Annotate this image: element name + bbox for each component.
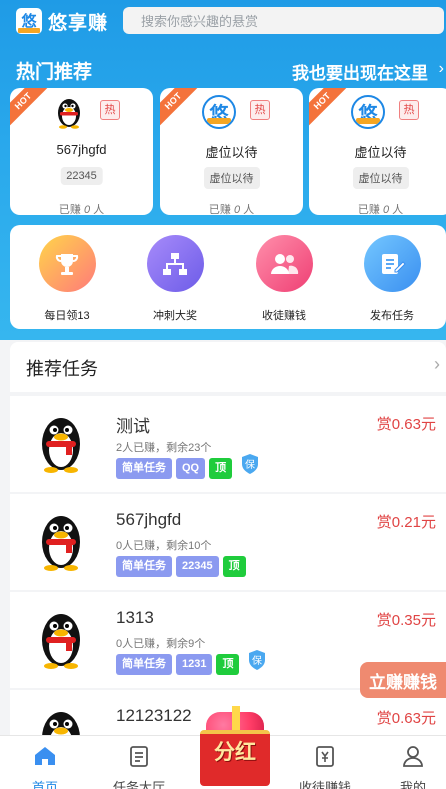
task-progress: 0人已赚，剩余10个	[116, 540, 212, 552]
quick-sprint[interactable]: 冲刺大奖	[130, 235, 220, 323]
hot-card-chip: 22345	[60, 167, 103, 185]
home-icon	[35, 747, 55, 765]
task-reward: 赏0.21元	[376, 514, 436, 531]
hot-card[interactable]: HOT 热 567jhgfd 22345 已赚 0 人	[10, 88, 153, 215]
earn-now-button[interactable]: 立赚赚钱	[360, 662, 446, 698]
hot-card-name: 567jhgfd	[56, 142, 107, 157]
search-input[interactable]: 搜索你感兴趣的悬赏	[123, 7, 444, 34]
task-tag: 简单任务	[116, 458, 172, 479]
hot-ribbon: HOT	[160, 88, 202, 130]
hot-ribbon: HOT	[10, 88, 52, 130]
hot-tag: 热	[100, 100, 120, 120]
hot-card-chip: 虚位以待	[352, 167, 409, 189]
task-reward: 赏0.63元	[376, 416, 436, 433]
task-tag: QQ	[176, 458, 206, 479]
task-name: 12123122	[116, 706, 192, 725]
quick-daily[interactable]: 每日领13	[22, 235, 112, 323]
tab-task-hall[interactable]: 任务大厅	[94, 744, 184, 789]
task-row[interactable]: 测试 2人已赚，剩余23个 简单任务 QQ 顶 保 赏0.63元	[10, 396, 446, 492]
dividend-redpacket-button[interactable]: 分红	[196, 706, 274, 788]
app-logo-icon: 悠	[16, 8, 42, 34]
hot-card-chip: 虚位以待	[203, 167, 260, 189]
hierarchy-icon	[146, 235, 204, 292]
tab-home[interactable]: 首页	[0, 744, 90, 789]
hot-promote-link[interactable]: 我也要出现在这里	[292, 59, 428, 84]
tab-mine[interactable]: 我的	[368, 744, 446, 789]
chevron-right-icon[interactable]: ›	[434, 354, 440, 375]
svg-text:保: 保	[252, 654, 262, 667]
app-logo-icon: 悠	[351, 95, 385, 129]
hot-card-earned: 已赚 0 人	[357, 204, 404, 215]
task-name: 1313	[116, 608, 154, 627]
hot-tag: 热	[250, 100, 270, 120]
top-badge: 顶	[209, 458, 233, 479]
guarantee-shield-icon: 保	[242, 453, 259, 474]
hot-card-earned: 已赚 0 人	[58, 204, 105, 215]
task-progress: 2人已赚，剩余23个	[116, 442, 212, 454]
quick-actions: 每日领13 冲刺大奖 收徒赚钱 发布任务	[10, 225, 446, 329]
task-row[interactable]: 567jhgfd 0人已赚，剩余10个 简单任务 22345 顶 赏0.21元	[10, 494, 446, 590]
qq-penguin-icon	[58, 99, 80, 129]
top-bar: 悠 悠享赚 搜索你感兴趣的悬赏	[0, 0, 446, 44]
qq-penguin-icon	[42, 614, 80, 669]
trophy-icon	[38, 235, 96, 292]
app-name: 悠享赚	[48, 13, 109, 34]
task-tag: 简单任务	[116, 556, 172, 577]
task-name: 测试	[116, 417, 150, 436]
task-reward: 赏0.63元	[376, 710, 436, 727]
hot-card-earned: 已赚 0 人	[208, 204, 255, 215]
edit-icon	[363, 235, 421, 292]
app-logo-icon: 悠	[202, 95, 236, 129]
users-icon	[255, 235, 313, 292]
recommend-header: 推荐任务 ›	[10, 342, 446, 392]
dividend-label: 分红	[214, 741, 256, 764]
quick-recruit[interactable]: 收徒赚钱	[239, 235, 329, 323]
top-badge: 顶	[222, 556, 246, 577]
quick-publish[interactable]: 发布任务	[347, 235, 437, 323]
qq-penguin-icon	[42, 418, 80, 473]
hot-card[interactable]: HOT 悠 热 虚位以待 虚位以待 已赚 0 人	[309, 88, 446, 215]
hot-card[interactable]: HOT 悠 热 虚位以待 虚位以待 已赚 0 人	[160, 88, 303, 215]
user-icon	[403, 746, 423, 767]
guarantee-shield-icon: 保	[249, 649, 266, 670]
hot-section-title: 热门推荐	[16, 62, 93, 83]
task-progress: 0人已赚，剩余9个	[116, 638, 206, 650]
task-reward: 赏0.35元	[376, 612, 436, 629]
hot-card-name: 虚位以待	[205, 145, 258, 160]
svg-text:保: 保	[245, 458, 255, 471]
task-name: 567jhgfd	[116, 510, 182, 529]
hot-tag: 热	[399, 100, 419, 120]
qq-penguin-icon	[42, 516, 80, 571]
hot-card-name: 虚位以待	[354, 145, 407, 160]
list-icon	[130, 746, 148, 767]
hot-ribbon: HOT	[309, 88, 351, 130]
wallet-icon	[316, 746, 334, 767]
task-tag: 简单任务	[116, 654, 172, 675]
tab-recruit[interactable]: 收徒赚钱	[280, 744, 370, 789]
task-tag: 1231	[176, 654, 213, 675]
chevron-right-icon[interactable]: ›	[439, 60, 444, 78]
task-tag: 22345	[176, 556, 219, 577]
recommend-title: 推荐任务	[26, 359, 98, 379]
top-badge: 顶	[216, 654, 240, 675]
